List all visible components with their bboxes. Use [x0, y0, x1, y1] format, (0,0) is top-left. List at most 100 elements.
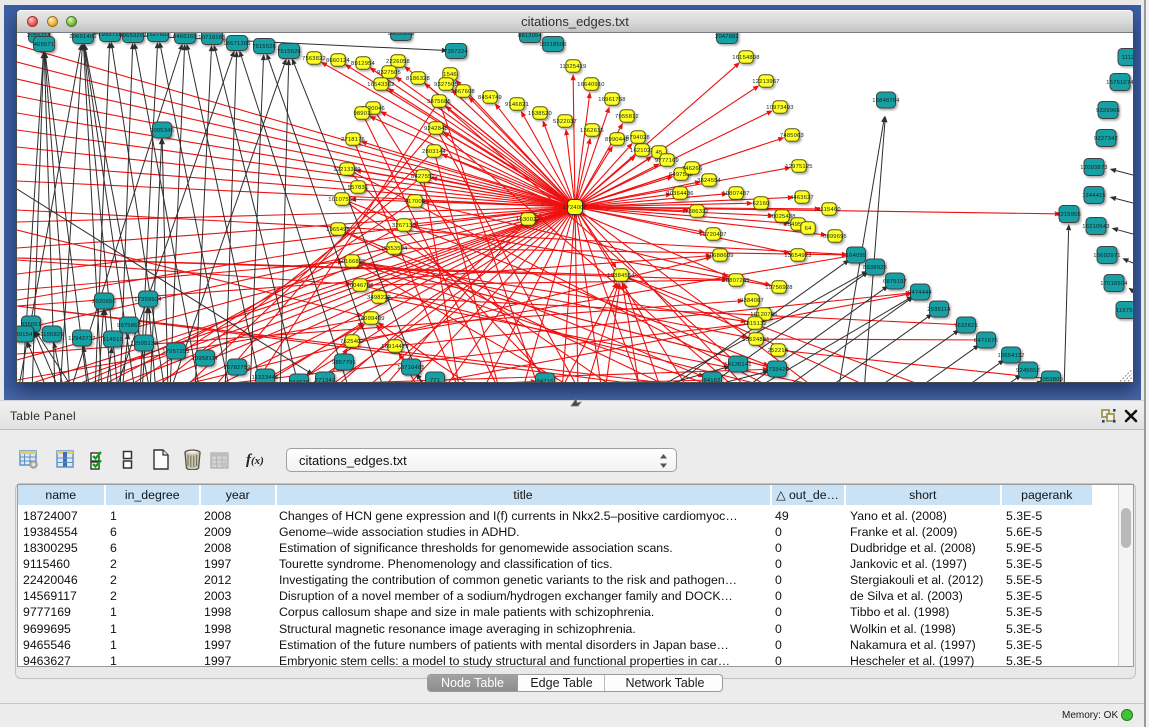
svg-text:8215955: 8215955 — [1057, 212, 1081, 218]
svg-text:15692971: 15692971 — [1093, 253, 1120, 259]
svg-text:64: 64 — [805, 226, 812, 232]
svg-text:1621022: 1621022 — [630, 148, 654, 154]
svg-text:1724007: 1724007 — [563, 205, 587, 211]
svg-text:16914479: 16914479 — [381, 344, 408, 350]
svg-text:16210643: 16210643 — [1082, 224, 1109, 230]
svg-text:9242848: 9242848 — [424, 126, 448, 132]
svg-text:7485063: 7485063 — [780, 133, 804, 139]
svg-text:10807487: 10807487 — [722, 191, 749, 197]
svg-text:16961758: 16961758 — [598, 97, 625, 103]
svg-text:1244415: 1244415 — [1082, 193, 1106, 199]
svg-text:1362615: 1362615 — [580, 128, 604, 134]
svg-text:9857791: 9857791 — [332, 360, 356, 366]
svg-text:19218506: 19218506 — [539, 42, 566, 48]
svg-text:7386322: 7386322 — [685, 209, 709, 215]
svg-text:12213967: 12213967 — [752, 79, 779, 85]
svg-text:13524851: 13524851 — [742, 337, 769, 343]
svg-text:10653267: 10653267 — [119, 33, 146, 39]
svg-text:16848764: 16848764 — [872, 98, 900, 104]
svg-text:8454749: 8454749 — [478, 95, 502, 101]
svg-text:746266: 746266 — [682, 166, 703, 172]
svg-text:84162: 84162 — [703, 378, 720, 382]
svg-text:934676: 934676 — [289, 380, 310, 382]
svg-text:17016504: 17016504 — [1100, 281, 1128, 287]
svg-text:10973493: 10973493 — [766, 105, 793, 111]
svg-text:114519: 114519 — [103, 337, 123, 343]
svg-text:84716: 84716 — [536, 379, 553, 382]
svg-text:13654923: 13654923 — [784, 253, 811, 259]
svg-text:20364436: 20364436 — [666, 191, 693, 197]
svg-text:14136141: 14136141 — [724, 362, 751, 368]
svg-text:12505135: 12505135 — [130, 341, 157, 347]
svg-text:13716485: 13716485 — [397, 365, 424, 371]
svg-text:7632621: 7632621 — [954, 323, 978, 329]
svg-text:11353594: 11353594 — [381, 246, 409, 252]
svg-text:12942737: 12942737 — [68, 336, 95, 342]
svg-text:16543362: 16543362 — [367, 82, 394, 88]
svg-text:9384067: 9384067 — [740, 298, 764, 304]
svg-text:2005346: 2005346 — [150, 128, 174, 134]
svg-text:16782759: 16782759 — [223, 365, 250, 371]
svg-text:771342: 771342 — [315, 378, 336, 382]
svg-text:252214: 252214 — [768, 348, 789, 354]
svg-text:7955812: 7955812 — [615, 114, 639, 120]
svg-text:12975125: 12975125 — [785, 164, 812, 170]
svg-text:14099489: 14099489 — [357, 316, 384, 322]
svg-text:557831: 557831 — [348, 185, 369, 191]
svg-text:10654112: 10654112 — [998, 353, 1025, 359]
svg-text:16640910: 16640910 — [577, 82, 604, 88]
svg-text:2226058: 2226058 — [386, 59, 410, 65]
svg-text:98901: 98901 — [353, 111, 370, 117]
svg-text:9329966: 9329966 — [1096, 108, 1120, 114]
svg-text:7515526: 7515526 — [277, 49, 301, 55]
svg-text:1965495: 1965495 — [326, 227, 350, 233]
svg-text:8427552: 8427552 — [411, 174, 435, 180]
svg-text:9327505: 9327505 — [377, 70, 401, 76]
svg-text:3267130: 3267130 — [392, 223, 416, 229]
svg-text:6794028: 6794028 — [626, 135, 650, 141]
svg-text:12093873: 12093873 — [1080, 165, 1107, 171]
svg-text:19166825: 19166825 — [338, 259, 365, 265]
svg-text:3875685: 3875685 — [427, 99, 451, 105]
svg-text:1538520: 1538520 — [528, 111, 552, 117]
svg-text:9245652: 9245652 — [1016, 368, 1040, 374]
svg-text:18807249: 18807249 — [722, 278, 749, 284]
svg-text:10046766: 10046766 — [346, 283, 373, 289]
svg-text:1733426: 1733426 — [765, 367, 789, 373]
svg-text:2047682: 2047682 — [715, 34, 739, 40]
svg-text:8660124: 8660124 — [326, 58, 351, 64]
svg-text:15720407: 15720407 — [699, 232, 726, 238]
svg-text:5322037: 5322037 — [553, 119, 577, 125]
svg-text:20691406: 20691406 — [69, 34, 96, 40]
svg-text:11325419: 11325419 — [560, 64, 587, 70]
svg-text:11323446: 11323446 — [252, 375, 279, 381]
svg-text:7515526: 7515526 — [252, 44, 276, 50]
svg-text:16671385: 16671385 — [223, 41, 250, 47]
svg-text:2935114: 2935114 — [927, 307, 951, 313]
svg-text:417006: 417006 — [405, 199, 426, 205]
svg-text:1527602: 1527602 — [146, 33, 170, 38]
svg-text:10688609: 10688609 — [706, 253, 733, 259]
svg-text:9227342: 9227342 — [1094, 136, 1118, 142]
svg-text:10958117: 10958117 — [192, 356, 219, 362]
svg-text:1815132: 1815132 — [743, 321, 767, 327]
svg-text:16053809: 16053809 — [387, 33, 414, 37]
svg-text:116753: 116753 — [1116, 308, 1133, 314]
svg-text:6879197: 6879197 — [883, 279, 907, 285]
svg-text:9474444: 9474444 — [908, 290, 933, 296]
svg-text:62160: 62160 — [752, 201, 769, 207]
svg-text:8471676: 8471676 — [974, 338, 998, 344]
svg-text:1053809: 1053809 — [1039, 377, 1063, 382]
svg-text:3498222: 3498222 — [367, 295, 391, 301]
svg-text:771: 771 — [430, 378, 440, 382]
svg-text:8938928: 8938928 — [863, 265, 887, 271]
svg-text:9146821: 9146821 — [505, 102, 529, 108]
svg-text:16107553: 16107553 — [328, 197, 355, 203]
svg-text:7563822: 7563822 — [302, 56, 326, 62]
svg-text:15751074: 15751074 — [1106, 80, 1133, 86]
svg-text:8912954: 8912954 — [351, 61, 376, 67]
svg-text:1530027: 1530027 — [516, 217, 540, 223]
svg-text:9777169: 9777169 — [655, 158, 679, 164]
svg-text:405571: 405571 — [34, 42, 55, 48]
svg-text:19756928: 19756928 — [765, 285, 792, 291]
